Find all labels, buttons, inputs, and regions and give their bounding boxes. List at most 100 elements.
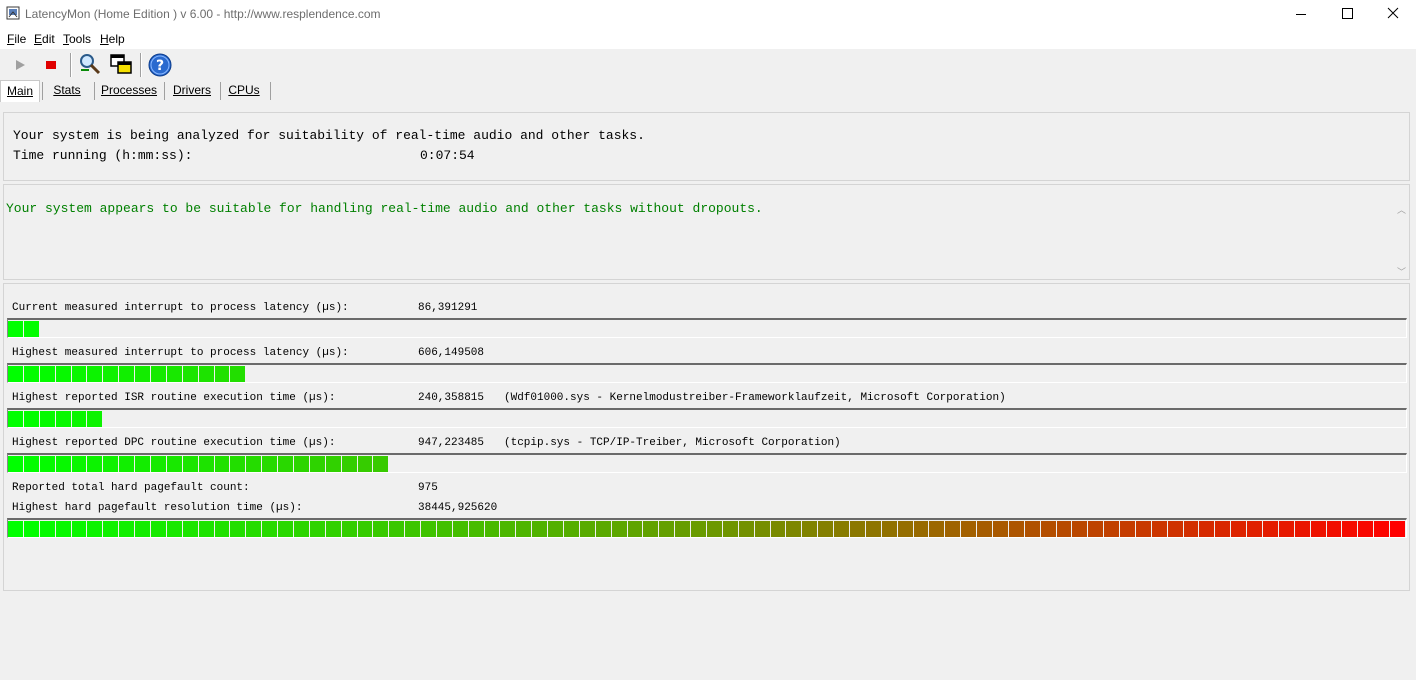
menu-help[interactable]: Help xyxy=(100,32,125,46)
bar-segment xyxy=(24,321,39,337)
bar-segment xyxy=(977,521,992,537)
bar-segment xyxy=(834,521,849,537)
pagefault-count-value: 975 xyxy=(418,482,438,494)
bar-segment xyxy=(167,456,182,472)
stop-button[interactable] xyxy=(38,52,64,78)
bar-segment xyxy=(914,521,928,537)
bar-segment xyxy=(516,521,531,537)
bar-segment xyxy=(453,521,468,537)
bar-segment xyxy=(326,456,341,472)
menu-tools[interactable]: Tools xyxy=(63,32,91,46)
bar-segment xyxy=(87,521,102,537)
bar-segment xyxy=(659,521,674,537)
bar-segment xyxy=(119,456,134,472)
bar-segment xyxy=(56,456,71,472)
bar-segment xyxy=(167,366,182,382)
bar-segment xyxy=(866,521,881,537)
bar-segment xyxy=(215,456,229,472)
bar-segment xyxy=(1390,521,1405,537)
bar-segment xyxy=(1041,521,1056,537)
bar-segment xyxy=(24,521,39,537)
bar-segment xyxy=(135,456,150,472)
dpc-time-label: Highest reported DPC routine execution t… xyxy=(12,437,336,449)
bar-segment xyxy=(1088,521,1103,537)
highest-latency-label: Highest measured interrupt to process la… xyxy=(12,347,349,359)
bar-segment xyxy=(199,521,214,537)
bar-segment xyxy=(183,366,198,382)
bar-segment xyxy=(8,521,23,537)
bar-segment xyxy=(1247,521,1262,537)
maximize-button[interactable] xyxy=(1324,0,1370,29)
scroll-down-icon[interactable]: ﹀ xyxy=(1397,265,1406,278)
close-icon xyxy=(1387,7,1399,19)
bar-segment xyxy=(1057,521,1071,537)
bar-segment xyxy=(40,411,55,427)
tab-processes[interactable]: Processes xyxy=(98,80,160,101)
bar-segment xyxy=(135,366,150,382)
bar-segment xyxy=(199,456,214,472)
bar-segment xyxy=(1342,521,1357,537)
bar-segment xyxy=(24,456,39,472)
windows-button[interactable] xyxy=(108,52,134,78)
start-button[interactable] xyxy=(7,52,33,78)
bar-segment xyxy=(405,521,420,537)
bar-segment xyxy=(1120,521,1135,537)
bar-segment xyxy=(373,521,388,537)
bar-segment xyxy=(1072,521,1087,537)
tab-separator xyxy=(42,82,43,100)
bar-segment xyxy=(802,521,817,537)
bar-segment xyxy=(151,456,166,472)
bar-segment xyxy=(246,456,261,472)
tab-main[interactable]: Main xyxy=(0,80,40,102)
close-button[interactable] xyxy=(1370,0,1416,29)
bar-segment xyxy=(103,366,118,382)
highest-latency-value: 606,149508 xyxy=(418,347,485,359)
maximize-icon xyxy=(1342,8,1353,19)
menu-edit[interactable]: Edit xyxy=(34,32,55,46)
bar-segment xyxy=(215,366,229,382)
bar-segment xyxy=(294,456,309,472)
play-icon xyxy=(16,60,25,70)
bar-segment xyxy=(8,321,23,337)
title-bar: LatencyMon (Home Edition ) v 6.00 - http… xyxy=(0,0,1416,29)
bar-segment xyxy=(564,521,579,537)
bar-segment xyxy=(1168,521,1183,537)
time-running-label: Time running (h:mm:ss): xyxy=(13,148,193,163)
bar-segment xyxy=(262,456,277,472)
bar-segment xyxy=(167,521,182,537)
help-button[interactable]: ? xyxy=(147,52,173,78)
app-icon xyxy=(6,6,20,20)
bar-segment xyxy=(24,411,39,427)
bar-segment xyxy=(326,521,341,537)
bar-segment xyxy=(818,521,833,537)
bar-segment xyxy=(358,456,372,472)
bar-segment xyxy=(103,456,118,472)
metrics-panel: Current measured interrupt to process la… xyxy=(3,283,1410,591)
analyze-tool-button[interactable] xyxy=(77,52,103,78)
bar-segment xyxy=(119,521,134,537)
bar-segment xyxy=(1104,521,1119,537)
tab-cpus[interactable]: CPUs xyxy=(224,80,264,101)
bar-segment xyxy=(628,521,642,537)
toolbar-separator xyxy=(140,53,142,77)
menu-file[interactable]: File xyxy=(7,32,26,46)
bar-segment xyxy=(342,456,357,472)
bar-segment xyxy=(87,366,102,382)
toolbar: ? xyxy=(0,50,1416,80)
bar-segment xyxy=(278,521,293,537)
tab-stats[interactable]: Stats xyxy=(44,80,90,101)
bar-segment xyxy=(580,521,595,537)
analysis-status-text: Your system is being analyzed for suitab… xyxy=(13,128,645,143)
tab-drivers[interactable]: Drivers xyxy=(168,80,216,101)
bar-segment xyxy=(643,521,658,537)
toolbar-separator xyxy=(70,53,72,77)
bar-segment xyxy=(945,521,960,537)
scroll-up-icon[interactable]: ︿ xyxy=(1397,203,1406,216)
minimize-button[interactable] xyxy=(1278,0,1324,29)
bar-segment xyxy=(437,521,452,537)
bar-segment xyxy=(532,521,547,537)
isr-driver-detail: (Wdf01000.sys - Kernelmodustreiber-Frame… xyxy=(504,392,1006,404)
current-latency-bar xyxy=(7,318,1407,338)
bar-segment xyxy=(961,521,976,537)
window-title: LatencyMon (Home Edition ) v 6.00 - http… xyxy=(25,7,381,21)
